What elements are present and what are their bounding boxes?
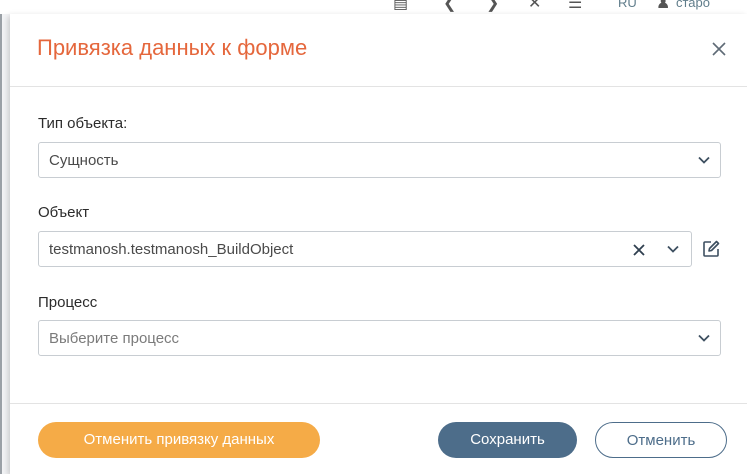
background-panel-edge — [0, 14, 2, 474]
save-button[interactable]: Сохранить — [438, 422, 577, 458]
data-binding-dialog: Привязка данных к форме Тип объекта: Сущ… — [10, 14, 747, 474]
list-icon[interactable]: ☰ — [568, 0, 582, 13]
object-type-select[interactable]: Сущность — [38, 142, 721, 178]
close-icon[interactable]: ✕ — [528, 0, 541, 13]
object-value: testmanosh.testmanosh_BuildObject — [49, 241, 294, 258]
user-icon[interactable]: ♟ — [656, 0, 670, 13]
header-divider — [10, 86, 747, 87]
redo-icon[interactable]: ❯ — [486, 0, 499, 13]
chevron-down-icon — [698, 334, 710, 342]
user-name[interactable]: старо — [676, 0, 710, 10]
close-dialog-button[interactable] — [709, 39, 729, 59]
process-label: Процесс — [38, 294, 98, 311]
object-type-value: Сущность — [49, 152, 119, 169]
cancel-button[interactable]: Отменить — [595, 422, 727, 458]
process-select[interactable]: Выберите процесс — [38, 320, 721, 356]
edit-icon[interactable] — [702, 240, 720, 258]
save-icon[interactable]: ▤ — [393, 0, 408, 13]
process-placeholder: Выберите процесс — [49, 330, 180, 347]
chevron-down-icon — [698, 156, 710, 164]
unbind-data-button[interactable]: Отменить привязку данных — [38, 422, 320, 458]
object-label: Объект — [38, 204, 90, 221]
undo-icon[interactable]: ❮ — [443, 0, 456, 13]
close-icon — [712, 42, 726, 56]
clear-icon[interactable] — [631, 242, 647, 258]
dialog-header: Привязка данных к форме — [10, 14, 747, 86]
chevron-down-icon — [667, 245, 679, 253]
footer-divider — [10, 403, 747, 404]
background-toolbar: ▤ ❮ ❯ ✕ ☰ RU ♟ старо — [0, 0, 747, 14]
language-label[interactable]: RU — [618, 0, 637, 10]
dialog-title: Привязка данных к форме — [37, 35, 308, 60]
object-select[interactable]: testmanosh.testmanosh_BuildObject — [38, 231, 692, 267]
object-type-label: Тип объекта: — [38, 115, 128, 132]
